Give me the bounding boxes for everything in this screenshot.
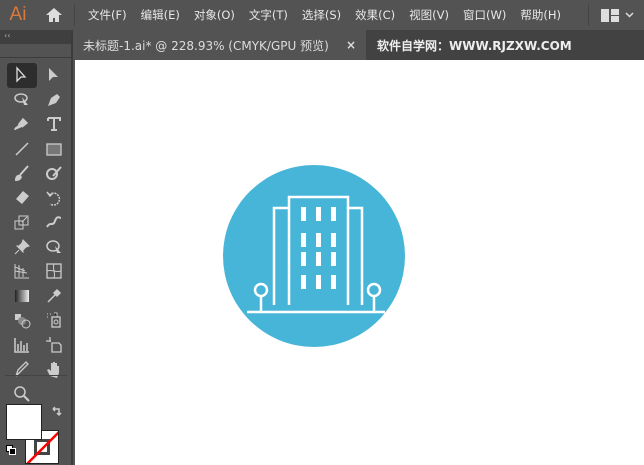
building-window xyxy=(301,233,306,247)
gradient-tool[interactable] xyxy=(7,284,37,309)
swap-colors-icon[interactable] xyxy=(51,406,63,418)
type-icon xyxy=(47,117,61,132)
zoom-tool[interactable] xyxy=(7,382,37,407)
panel-grip[interactable] xyxy=(0,44,71,58)
eyedropper-tool[interactable] xyxy=(39,284,69,309)
artboard-tool[interactable] xyxy=(39,333,69,358)
pen-icon xyxy=(48,93,60,106)
icon-circle-background xyxy=(223,165,405,347)
menu-object[interactable]: 对象(O) xyxy=(187,7,242,23)
collapse-panel-button[interactable]: ‹‹ xyxy=(0,30,71,44)
type-tool[interactable] xyxy=(39,112,69,137)
scale-tool[interactable] xyxy=(7,210,37,235)
document-tabs: 未标题-1.ai* @ 228.93% (CMYK/GPU 预览) × 软件自学… xyxy=(73,30,644,60)
perspective-grid-tool[interactable] xyxy=(7,259,37,284)
menu-window[interactable]: 窗口(W) xyxy=(456,7,513,23)
menu-file[interactable]: 文件(F) xyxy=(81,7,134,23)
menu-edit[interactable]: 编辑(E) xyxy=(134,7,187,23)
symbol-sprayer-icon xyxy=(47,312,61,328)
symbol-sprayer-tool[interactable] xyxy=(39,308,69,333)
line-icon xyxy=(15,142,29,156)
mesh-tool[interactable] xyxy=(39,259,69,284)
gradient-icon xyxy=(15,289,29,302)
watermark-text: 软件自学网：WWW.RJZXW.COM xyxy=(377,38,572,53)
artboard-canvas[interactable] xyxy=(75,60,644,465)
magic-wand-tool[interactable] xyxy=(7,88,37,113)
shaper-icon xyxy=(46,166,62,181)
lasso-icon xyxy=(14,93,28,105)
brush-icon xyxy=(14,165,29,182)
blend-icon xyxy=(15,314,31,329)
paintbrush-tool[interactable] xyxy=(7,161,37,186)
tab-document-title: 未标题-1.ai* @ 228.93% (CMYK/GPU 预览) xyxy=(83,38,329,53)
tab-document[interactable]: 未标题-1.ai* @ 228.93% (CMYK/GPU 预览) × xyxy=(73,30,366,60)
app-logo: Ai xyxy=(9,4,27,25)
pin-tool[interactable] xyxy=(7,235,37,260)
building-window xyxy=(316,233,321,247)
artboard-icon xyxy=(46,336,62,353)
direct-selection-tool[interactable] xyxy=(39,63,69,88)
mesh-icon xyxy=(46,263,62,279)
hand-tool[interactable] xyxy=(39,357,69,382)
building-window xyxy=(301,252,306,266)
bar-graph-icon xyxy=(14,337,29,353)
rectangle-tool[interactable] xyxy=(39,137,69,162)
shape-builder-icon xyxy=(46,240,61,253)
pin-icon xyxy=(14,238,30,255)
chevron-down-icon xyxy=(625,12,634,18)
column-graph-tool[interactable] xyxy=(7,333,37,358)
building-window xyxy=(331,233,336,247)
menu-view[interactable]: 视图(V) xyxy=(402,7,456,23)
rotate-icon xyxy=(46,191,61,206)
home-icon xyxy=(46,8,62,22)
home-button[interactable] xyxy=(36,0,72,30)
direct-selection-icon xyxy=(49,68,58,82)
shaper-tool[interactable] xyxy=(39,161,69,186)
default-colors-icon[interactable] xyxy=(6,445,16,455)
eraser-tool[interactable] xyxy=(7,186,37,211)
menu-bar: Ai 文件(F) 编辑(E) 对象(O) 文字(T) 选择(S) 效果(C) 视… xyxy=(0,0,644,30)
rectangle-icon xyxy=(46,143,62,156)
menu-select[interactable]: 选择(S) xyxy=(295,7,348,23)
building-window xyxy=(316,207,321,221)
perspective-grid-icon xyxy=(14,264,29,279)
building-window xyxy=(301,275,306,289)
slice-tool[interactable] xyxy=(7,357,37,382)
warp-icon xyxy=(46,216,62,228)
selection-arrow-icon xyxy=(16,66,27,83)
building-window xyxy=(316,275,321,289)
selection-tool[interactable] xyxy=(7,63,37,88)
building-window xyxy=(316,252,321,266)
scale-icon xyxy=(14,215,29,230)
workspace-switcher[interactable] xyxy=(588,4,644,26)
building-window xyxy=(331,207,336,221)
building-window xyxy=(331,252,336,266)
eyedropper-icon xyxy=(47,288,62,303)
rotate-tool[interactable] xyxy=(39,186,69,211)
tools-panel: ‹‹ xyxy=(0,30,73,465)
building-icon xyxy=(223,165,405,347)
building-window xyxy=(301,207,306,221)
warp-tool[interactable] xyxy=(39,210,69,235)
tab-close-button[interactable]: × xyxy=(346,38,356,52)
menu-effect[interactable]: 效果(C) xyxy=(348,7,402,23)
line-tool[interactable] xyxy=(7,137,37,162)
building-window xyxy=(331,275,336,289)
pen-tool[interactable] xyxy=(39,88,69,113)
shape-builder-tool[interactable] xyxy=(39,235,69,260)
menu-type[interactable]: 文字(T) xyxy=(242,7,295,23)
eraser-icon xyxy=(16,190,29,204)
menu-help[interactable]: 帮助(H) xyxy=(513,7,568,23)
curvature-pen-icon xyxy=(14,118,29,131)
fill-swatch[interactable] xyxy=(6,404,42,440)
curvature-tool[interactable] xyxy=(7,112,37,137)
blend-tool[interactable] xyxy=(7,308,37,333)
workspace-layout-icon xyxy=(601,8,619,22)
magnifier-icon xyxy=(14,386,30,402)
